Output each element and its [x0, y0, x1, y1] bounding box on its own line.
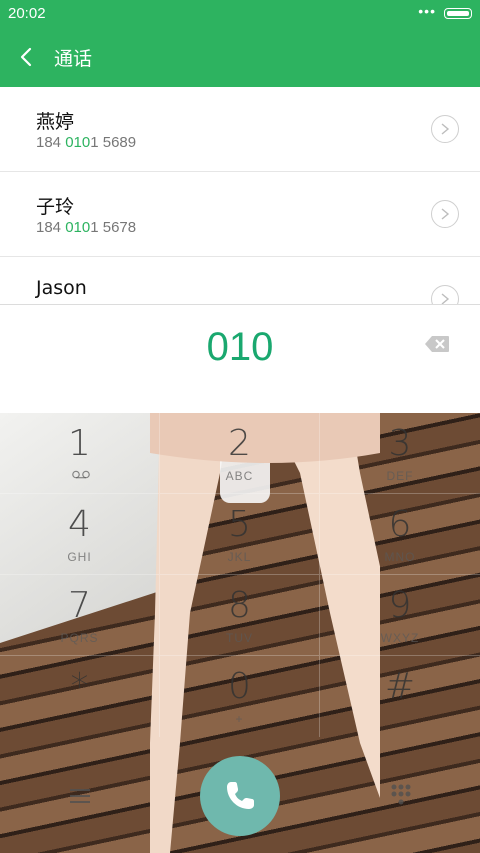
key-digit: *	[70, 666, 89, 707]
contact-name: 燕婷	[36, 111, 75, 133]
key-digit: 5	[228, 504, 251, 545]
contact-detail-button[interactable]	[431, 115, 459, 143]
contact-row[interactable]: 子玲 184 0101 5678	[0, 172, 480, 257]
contact-detail-button[interactable]	[431, 200, 459, 228]
contact-row[interactable]: Jason	[0, 257, 480, 304]
key-star[interactable]: *	[0, 656, 160, 737]
key-0[interactable]: 0 +	[160, 656, 320, 737]
contact-results-list: 燕婷 184 0101 5689 子玲 184 0101 5678 Jason	[0, 87, 480, 304]
key-letters: DEF	[386, 469, 414, 483]
status-bar: 20:02 •••	[0, 0, 480, 28]
key-letters: JKL	[227, 550, 252, 564]
key-2[interactable]: 2 ABC	[160, 413, 320, 494]
title-bar: 通话	[0, 28, 480, 87]
key-digit: 7	[68, 585, 91, 626]
key-9[interactable]: 9 WXYZ	[320, 575, 480, 656]
contact-row[interactable]: 燕婷 184 0101 5689	[0, 87, 480, 172]
key-letters: WXYZ	[380, 631, 420, 645]
page-title: 通话	[54, 48, 93, 70]
key-digit: 6	[388, 504, 412, 545]
number-match-highlight: 010	[65, 134, 91, 151]
contact-number: 184 0101 5678	[36, 219, 137, 236]
key-digit: 0	[228, 666, 251, 707]
key-letters: ABC	[225, 469, 254, 483]
key-letters: MNO	[384, 550, 416, 564]
backspace-icon[interactable]	[424, 335, 450, 353]
key-hash[interactable]: #	[320, 656, 480, 737]
battery-icon	[444, 8, 472, 19]
key-digit: 3	[388, 423, 412, 464]
phone-icon	[227, 782, 254, 809]
contact-name: Jason	[36, 277, 87, 299]
key-digit: 9	[388, 585, 412, 626]
contact-name: 子玲	[36, 196, 75, 218]
key-digit: 4	[68, 504, 91, 545]
key-6[interactable]: 6 MNO	[320, 494, 480, 575]
key-letters: PQRS	[60, 631, 99, 645]
voicemail-icon	[72, 470, 90, 479]
status-time: 20:02	[8, 5, 46, 22]
dialed-number-panel: 010	[0, 304, 480, 414]
key-4[interactable]: 4 GHI	[0, 494, 160, 575]
contact-number: 184 0101 5689	[36, 134, 137, 151]
contact-detail-button[interactable]	[431, 285, 459, 304]
key-letters: GHI	[67, 550, 92, 564]
number-match-highlight: 010	[65, 219, 91, 236]
menu-icon[interactable]	[70, 788, 90, 804]
dialed-number: 010	[206, 325, 274, 369]
key-5[interactable]: 5 JKL	[160, 494, 320, 575]
key-digit: 1	[68, 423, 91, 464]
key-7[interactable]: 7 PQRS	[0, 575, 160, 656]
back-icon[interactable]	[16, 45, 38, 69]
key-1[interactable]: 1	[0, 413, 160, 494]
key-letters: TUV	[226, 631, 253, 645]
key-8[interactable]: 8 TUV	[160, 575, 320, 656]
key-digit: 8	[228, 585, 251, 626]
key-digit: 2	[228, 423, 251, 464]
key-digit: #	[384, 666, 416, 707]
bottom-action-bar	[0, 743, 480, 853]
dialpad-toggle-icon[interactable]	[390, 783, 412, 807]
call-button[interactable]	[200, 756, 280, 836]
key-3[interactable]: 3 DEF	[320, 413, 480, 494]
more-dots-icon: •••	[418, 3, 436, 19]
key-letters: +	[235, 712, 244, 726]
